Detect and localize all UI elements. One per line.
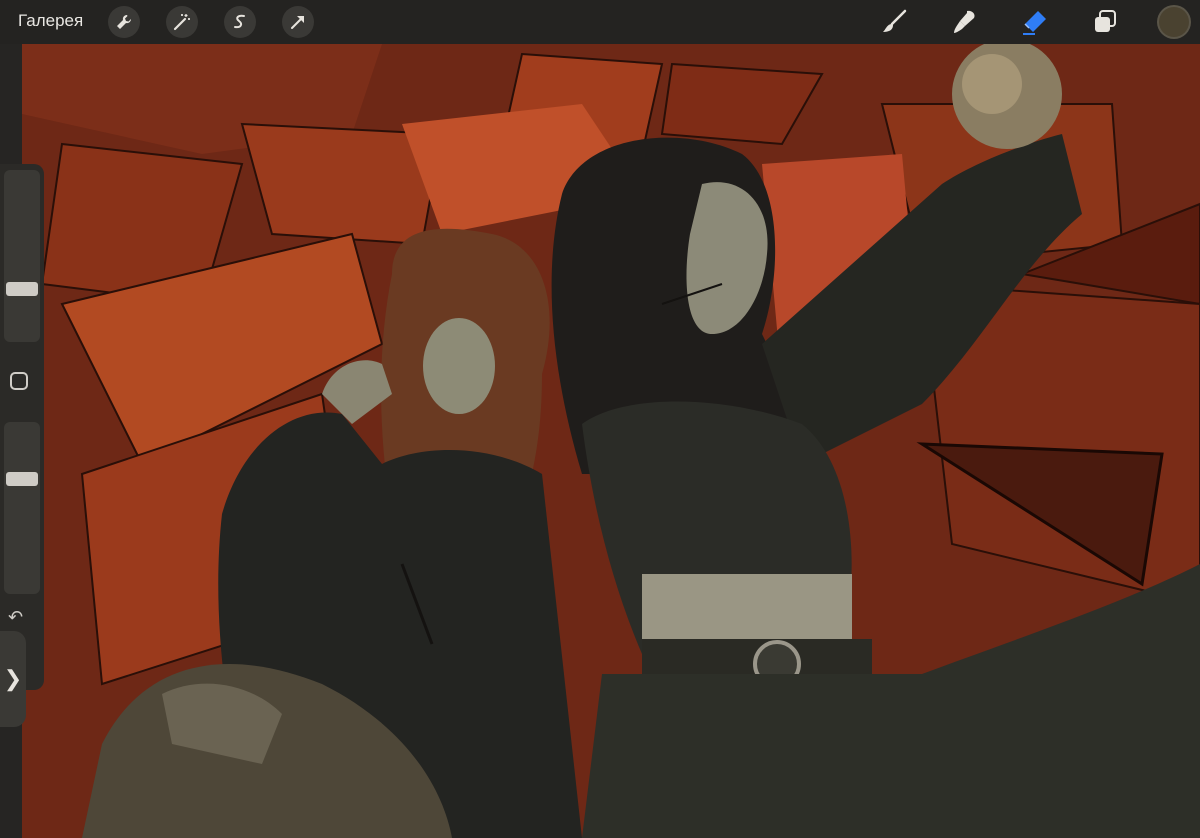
brush-button[interactable] bbox=[877, 6, 911, 38]
opacity-slider[interactable] bbox=[4, 422, 40, 594]
brush-size-slider[interactable] bbox=[4, 170, 40, 342]
drawing-canvas[interactable] bbox=[22, 44, 1200, 838]
modify-square-icon[interactable] bbox=[10, 372, 28, 390]
layers-icon bbox=[1095, 10, 1116, 32]
gallery-button[interactable]: Галерея bbox=[18, 11, 83, 31]
smudge-button[interactable] bbox=[947, 6, 981, 38]
brush-icon bbox=[883, 9, 907, 32]
artwork-illustration bbox=[22, 44, 1200, 838]
top-toolbar: Галерея bbox=[0, 0, 1200, 44]
actions-wrench-button[interactable] bbox=[108, 6, 140, 38]
transform-button[interactable] bbox=[282, 6, 314, 38]
layers-button[interactable] bbox=[1088, 6, 1122, 38]
transform-arrow-icon bbox=[291, 16, 304, 29]
undo-icon[interactable]: ↶ bbox=[8, 608, 23, 626]
brush-size-handle[interactable] bbox=[6, 282, 38, 296]
eraser-icon bbox=[1023, 11, 1046, 35]
side-bar: ↶ ↷ bbox=[0, 164, 44, 690]
smudge-icon bbox=[954, 10, 975, 33]
selection-icon bbox=[234, 14, 245, 29]
color-picker-swatch[interactable] bbox=[1159, 7, 1189, 37]
eraser-button[interactable] bbox=[1017, 6, 1051, 38]
expand-sidebar-button[interactable]: ❯ bbox=[0, 631, 26, 727]
opacity-handle[interactable] bbox=[6, 472, 38, 486]
chevron-right-icon: ❯ bbox=[3, 666, 23, 691]
adjustments-button[interactable] bbox=[166, 6, 198, 38]
wrench-icon bbox=[117, 14, 132, 29]
selection-button[interactable] bbox=[224, 6, 256, 38]
magic-wand-icon bbox=[173, 14, 190, 31]
